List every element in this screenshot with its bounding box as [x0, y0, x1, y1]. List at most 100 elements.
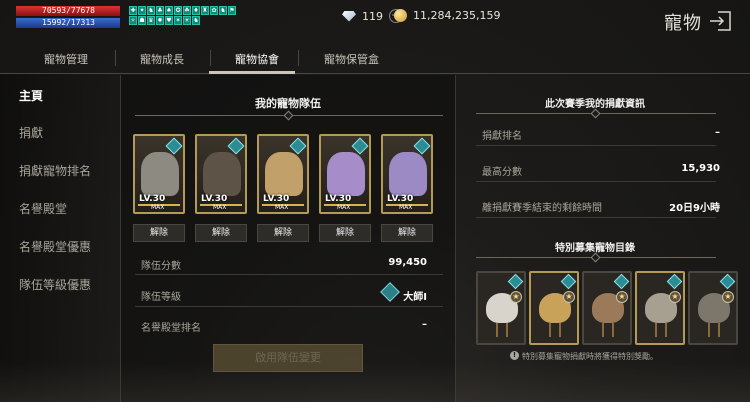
- buff-icon: ☘: [183, 6, 191, 15]
- floor-background: [0, 362, 750, 402]
- star-icon: ★: [669, 291, 681, 303]
- season-remaining-value: 20日9小時: [669, 203, 720, 214]
- tab-bar: 寵物管理 寵物成長 寵物協會 寵物保管盒: [0, 46, 750, 74]
- pet-max-label: MAX: [213, 204, 227, 211]
- divider: [476, 145, 716, 146]
- gold-amount: 11,284,235,159: [413, 9, 501, 22]
- gold-currency: 11,284,235,159: [394, 9, 500, 22]
- divider: [135, 274, 443, 275]
- pet-grade-icon: [613, 273, 630, 290]
- season-remaining-label: 離捐獻賽季結束的剩餘時間: [482, 203, 602, 214]
- pet-legs: [708, 323, 720, 337]
- team-level-value: 大師I: [403, 292, 427, 303]
- tab-pet-growth[interactable]: 寵物成長: [140, 51, 184, 67]
- pet-max-label: MAX: [337, 204, 351, 211]
- special-pet-note: 特別募集寵物捐獻時將獲得特別獎勵。: [522, 352, 658, 361]
- pet-card[interactable]: LV.30 MAX: [319, 134, 371, 214]
- pet-card[interactable]: LV.30 MAX: [381, 134, 433, 214]
- pet-card[interactable]: LV.30 MAX: [257, 134, 309, 214]
- buff-icon: ✿: [210, 6, 218, 15]
- special-pet-card[interactable]: ★: [635, 271, 685, 345]
- special-pet-card[interactable]: ★: [688, 271, 738, 345]
- gem-count: 119: [362, 9, 383, 23]
- release-pet-button[interactable]: 解除: [257, 224, 309, 242]
- buff-icon: ✚: [129, 6, 137, 15]
- team-title: 我的寵物隊伍: [255, 97, 321, 110]
- pet-level: LV.30: [139, 194, 166, 204]
- buff-icon: ✪: [174, 6, 182, 15]
- donation-rank-label: 捐獻排名: [482, 131, 522, 142]
- sidebar-item-team-level-benefits[interactable]: 隊伍等級優惠: [19, 276, 91, 293]
- sidebar-item-donation-ranking[interactable]: 捐獻寵物排名: [19, 162, 91, 179]
- pet-portrait: [141, 152, 179, 196]
- pet-card[interactable]: LV.30 MAX: [195, 134, 247, 214]
- pet-grade-icon: [666, 273, 683, 290]
- active-tab-indicator: [209, 71, 295, 74]
- hp-bar: 70593/77678: [16, 6, 120, 16]
- buff-icon: ✧: [129, 16, 137, 25]
- pet-legs: [602, 323, 614, 337]
- tab-pet-storage[interactable]: 寵物保管盒: [324, 51, 379, 67]
- buff-icon: ☀: [183, 16, 191, 25]
- tab-pet-association[interactable]: 寵物協會: [235, 51, 279, 67]
- star-icon: ★: [563, 291, 575, 303]
- buff-icons: ✚ ✦ ♞ ♣ ♠ ✪ ☘ ♦ ♜ ✿ ♞ ⚑ ✧ ☗ ♛ ✹ ♥ ✶ ☀ ♞: [129, 6, 237, 25]
- pet-level: LV.30: [325, 194, 352, 204]
- team-score-label: 隊伍分數: [141, 261, 181, 272]
- star-icon: ★: [510, 291, 522, 303]
- team-level-label: 隊伍等級: [141, 292, 181, 303]
- pet-card[interactable]: LV.30 MAX: [133, 134, 185, 214]
- pet-max-label: MAX: [151, 204, 165, 211]
- divider: [135, 306, 443, 307]
- sidebar: 主頁 捐獻 捐獻寵物排名 名譽殿堂 名譽殿堂優惠 隊伍等級優惠: [0, 74, 118, 402]
- exit-icon[interactable]: [708, 10, 732, 32]
- special-pet-card[interactable]: ★: [476, 271, 526, 345]
- buff-icon: ⚑: [228, 6, 236, 15]
- pet-max-label: MAX: [275, 204, 289, 211]
- sidebar-item-hall-of-fame[interactable]: 名譽殿堂: [19, 200, 67, 217]
- sidebar-item-home[interactable]: 主頁: [19, 87, 43, 104]
- team-score-value: 99,450: [388, 257, 427, 268]
- release-pet-button[interactable]: 解除: [319, 224, 371, 242]
- buff-icon: ♛: [147, 16, 155, 25]
- pet-level: LV.30: [387, 194, 414, 204]
- buff-icon: ♞: [147, 6, 155, 15]
- buff-icon: ♦: [192, 6, 200, 15]
- sidebar-item-donate[interactable]: 捐獻: [19, 124, 43, 141]
- donation-rank-value: –: [715, 127, 720, 138]
- season-panel: 此次賽季我的捐獻資訊 捐獻排名 – 最高分數 15,930 離捐獻賽季結束的剩餘…: [470, 75, 750, 402]
- highest-score-label: 最高分數: [482, 167, 522, 178]
- release-pet-button[interactable]: 解除: [381, 224, 433, 242]
- divider-diamond: [283, 110, 294, 121]
- diamond-icon: [342, 10, 356, 22]
- hall-rank-value: –: [422, 319, 427, 330]
- tab-pet-management[interactable]: 寵物管理: [44, 51, 88, 67]
- page-title: 寵物: [664, 13, 702, 34]
- buff-icon: ☗: [138, 16, 146, 25]
- pet-level: LV.30: [263, 194, 290, 204]
- divider-diamond: [590, 108, 601, 119]
- release-pet-button[interactable]: 解除: [133, 224, 185, 242]
- buff-icon: ♥: [165, 16, 173, 25]
- tab-divider: [210, 50, 211, 66]
- pet-max-label: MAX: [399, 204, 413, 211]
- pet-level: LV.30: [201, 194, 228, 204]
- buff-icon: ✶: [174, 16, 182, 25]
- info-icon: !: [510, 351, 519, 360]
- pet-portrait: [389, 152, 427, 196]
- pet-portrait: [203, 152, 241, 196]
- special-pet-card[interactable]: ★: [582, 271, 632, 345]
- divider: [476, 181, 716, 182]
- coin-icon: [394, 9, 407, 22]
- team-panel: 我的寵物隊伍 LV.30 MAX 解除 LV.30 MAX 解除 LV.30 MAX 解除 LV.…: [120, 75, 456, 402]
- pet-grade-icon: [560, 273, 577, 290]
- star-icon: ★: [722, 291, 734, 303]
- buff-icon: ♞: [219, 6, 227, 15]
- special-pet-card[interactable]: ★: [529, 271, 579, 345]
- pet-legs: [549, 323, 561, 337]
- star-icon: ★: [616, 291, 628, 303]
- hall-rank-label: 名譽殿堂排名: [141, 323, 201, 334]
- sidebar-item-hall-of-fame-benefits[interactable]: 名譽殿堂優惠: [19, 238, 91, 255]
- pet-grade-icon: [507, 273, 524, 290]
- release-pet-button[interactable]: 解除: [195, 224, 247, 242]
